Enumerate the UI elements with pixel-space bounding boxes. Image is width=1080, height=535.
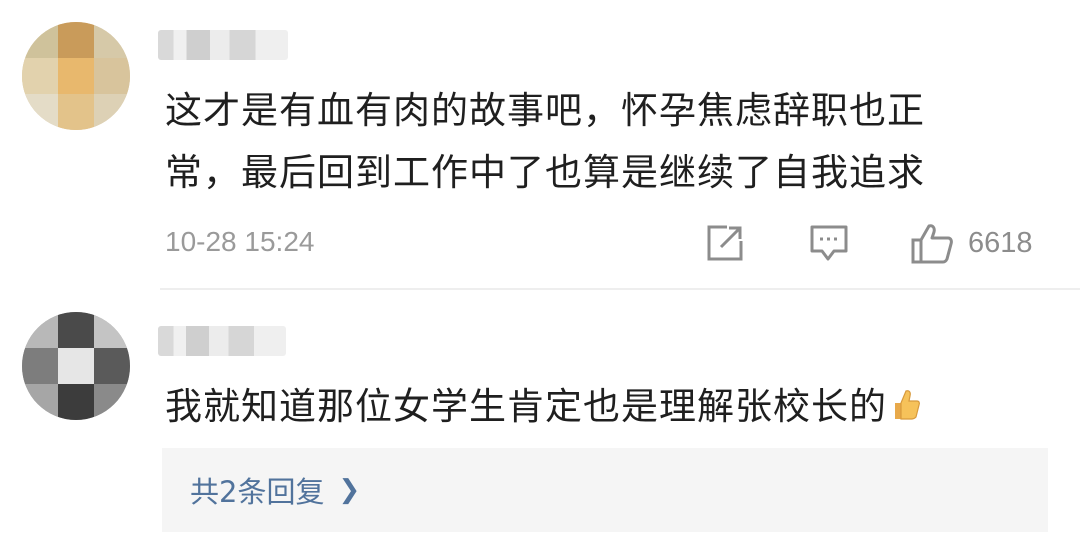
avatar[interactable] (22, 312, 130, 420)
divider (160, 288, 1080, 290)
comment-button[interactable] (808, 218, 850, 268)
view-replies-button[interactable]: 共2条回复 ❯ (162, 448, 1048, 532)
comment-text-line-1: 我就知道那位女学生肯定也是理解张校长的 (165, 385, 887, 428)
comment-text: 这才是有血有肉的故事吧，怀孕焦虑辞职也正 常，最后回到工作中了也算是继续了自我追… (165, 80, 925, 204)
like-button[interactable]: 6618 (910, 218, 1033, 268)
share-button[interactable] (705, 218, 745, 268)
thumbs-up-emoji-icon (891, 378, 921, 440)
like-icon (910, 222, 954, 264)
username[interactable] (158, 30, 288, 60)
like-count: 6618 (968, 226, 1033, 259)
avatar[interactable] (22, 22, 130, 130)
username[interactable] (158, 326, 286, 356)
comment-text: 我就知道那位女学生肯定也是理解张校长的 (165, 376, 921, 440)
timestamp: 10-28 15:24 (165, 226, 315, 257)
comment-list: 这才是有血有肉的故事吧，怀孕焦虑辞职也正 常，最后回到工作中了也算是继续了自我追… (0, 0, 1080, 535)
share-icon (705, 223, 745, 263)
comment-text-line-2: 常，最后回到工作中了也算是继续了自我追求 (165, 151, 925, 194)
comment-text-line-1: 这才是有血有肉的故事吧，怀孕焦虑辞职也正 (165, 89, 925, 132)
comment-icon (808, 223, 850, 263)
replies-label: 共2条回复 (190, 475, 325, 509)
comment-meta: 10-28 15:24 6618 (165, 218, 1048, 268)
chevron-right-icon: ❯ (338, 475, 361, 505)
